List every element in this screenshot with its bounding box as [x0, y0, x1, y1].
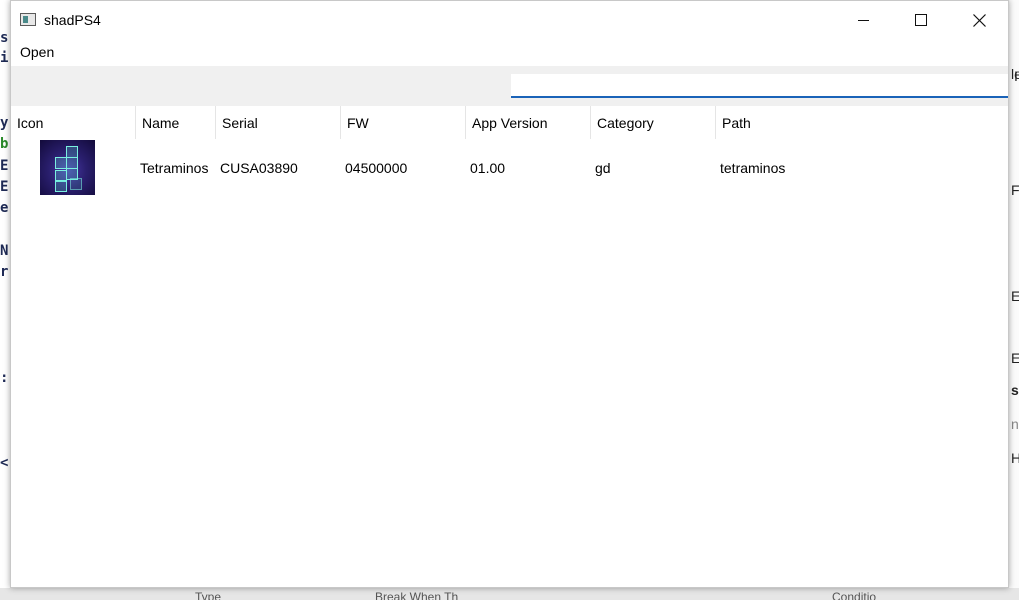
- table-header: Icon Name Serial FW App Version Category…: [11, 106, 1008, 139]
- background-char: r: [0, 264, 9, 280]
- background-char: <: [0, 455, 9, 471]
- toolbar: [11, 66, 1008, 106]
- cell-serial: CUSA03890: [220, 160, 298, 176]
- game-icon: [40, 140, 95, 195]
- column-header-icon[interactable]: Icon: [11, 106, 136, 139]
- title-bar[interactable]: shadPS4: [11, 1, 1008, 39]
- background-char: E: [0, 179, 9, 195]
- background-char: E: [0, 158, 9, 174]
- table-row[interactable]: Tetraminos CUSA03890 04500000 01.00 gd t…: [11, 139, 1008, 197]
- menu-item-open[interactable]: Open: [20, 44, 54, 60]
- background-char: e: [0, 200, 9, 216]
- background-char: E: [1011, 288, 1019, 304]
- background-char: s: [0, 30, 9, 46]
- close-icon: [972, 13, 986, 27]
- background-char: Fa: [1011, 182, 1019, 198]
- search-input[interactable]: [511, 74, 1008, 98]
- background-text: Type: [195, 590, 222, 600]
- background-char: i: [0, 50, 9, 66]
- main-window: shadPS4 Open Icon Name Serial FW App Ver…: [10, 0, 1009, 588]
- background-char: I: [1014, 68, 1018, 84]
- minimize-button[interactable]: [834, 1, 892, 39]
- window-title: shadPS4: [44, 12, 101, 28]
- column-header-app-version[interactable]: App Version: [466, 106, 591, 139]
- column-header-serial[interactable]: Serial: [216, 106, 341, 139]
- background-char: b: [0, 136, 9, 152]
- cell-category: gd: [595, 160, 611, 176]
- game-list-table: Icon Name Serial FW App Version Category…: [11, 106, 1008, 587]
- background-panel-strip: le I Fa E Ev sa na H: [1009, 0, 1019, 600]
- column-header-category[interactable]: Category: [591, 106, 716, 139]
- cell-app-version: 01.00: [470, 160, 506, 176]
- cell-fw: 04500000: [345, 160, 408, 176]
- background-char: :: [0, 370, 9, 386]
- background-char: H: [1011, 450, 1019, 466]
- window-app-icon: [20, 13, 36, 26]
- background-text: Break When Th: [375, 590, 459, 600]
- cell-name: Tetraminos: [140, 160, 209, 176]
- minimize-icon: [857, 19, 869, 21]
- background-char: N: [0, 243, 9, 259]
- background-char: Ev: [1011, 350, 1019, 366]
- background-char: y: [0, 115, 9, 131]
- background-text: Conditio: [832, 590, 877, 600]
- close-button[interactable]: [950, 1, 1008, 39]
- maximize-icon: [915, 14, 927, 26]
- background-char: sa: [1011, 382, 1019, 398]
- cell-icon: [11, 139, 136, 197]
- background-bottom-strip: Type Break When Th Conditio: [0, 588, 1019, 600]
- cell-path: tetraminos: [720, 160, 786, 176]
- background-editor-strip: s i y b E E e N r : <: [0, 0, 10, 600]
- column-header-fw[interactable]: FW: [341, 106, 466, 139]
- maximize-button[interactable]: [892, 1, 950, 39]
- background-char: na: [1011, 416, 1019, 432]
- column-header-name[interactable]: Name: [136, 106, 216, 139]
- menu-bar: Open: [11, 39, 1008, 66]
- column-header-path[interactable]: Path: [716, 106, 1008, 139]
